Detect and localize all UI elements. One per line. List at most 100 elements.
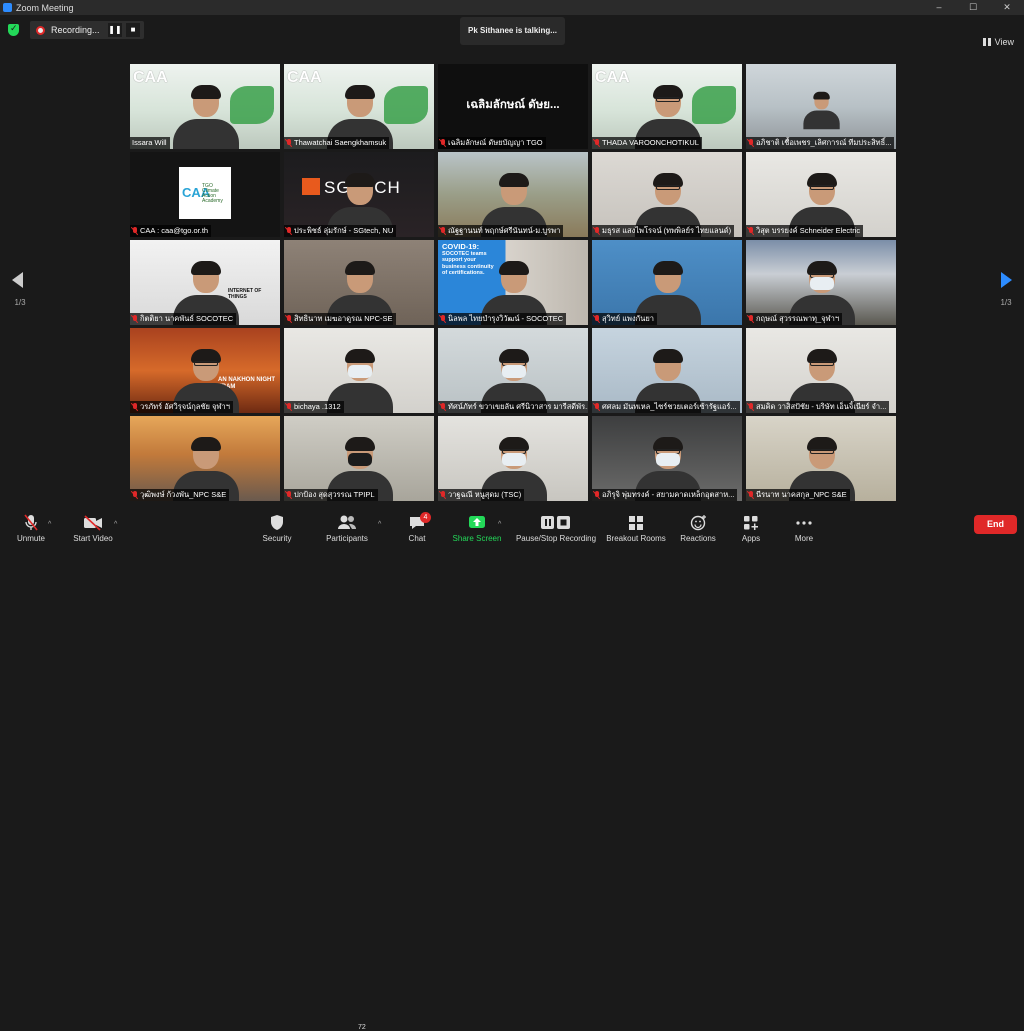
reactions-label: Reactions [680,534,716,543]
participant-nameplate: กฤษณ์ สุวรรณพาทุ_จุฬาฯ [746,313,843,325]
more-dots-icon [790,514,818,531]
muted-mic-icon [440,227,446,235]
security-button[interactable]: Security [258,514,296,543]
participants-count: 72 [358,1024,366,1031]
participant-video-tile[interactable]: INTERNET OF THINGS กิตติยา นาคพันธ์ SOCOT… [130,240,280,325]
stop-recording-button[interactable]: ■ [126,23,140,37]
recording-label: Recording... [51,25,100,35]
caa-logo: CAA [287,69,322,86]
participant-video-tile[interactable]: สุวิทย์ แพงกันยา [592,240,742,325]
participant-video-tile[interactable]: สมคิด วาสิสปัชัย - บริษัท เอ็นจิ้เนียร์ … [746,328,896,413]
previous-page-arrow-icon[interactable] [12,272,23,288]
participant-video-tile[interactable]: วาฐฉณี หนูสุดม (TSC) [438,416,588,501]
breakout-rooms-icon [605,514,667,531]
participant-video-tile[interactable]: SGTECHประพิชธ์ ลุ่มรักษ์ - SGtech, NU [284,152,434,237]
participant-video-tile[interactable]: bichaya .1312 [284,328,434,413]
view-button[interactable]: View [982,37,1014,47]
security-label: Security [262,534,292,543]
participant-video-tile[interactable]: มธุรส แสงไพโรจน์ (ทพพิลย์ร ไทยแลนด์) [592,152,742,237]
participant-name: ทัศน์ภัทร์ ขวาเขยลัน ศรีนิวาสาร มารีสดีพ… [448,402,588,411]
unmute-button[interactable]: Unmute [12,514,50,543]
next-page-arrow-icon[interactable] [1001,272,1012,288]
muted-mic-icon [286,315,292,323]
muted-mic-icon [594,315,600,323]
participant-name: วรภัทร์ อัศวิรุจน์กุลชัย จุฬาฯ [140,402,230,411]
participants-button[interactable]: Participants [323,514,371,543]
participant-video-tile[interactable]: อภิชาติ เชื้อเพชร_เลิศการณ์ ทีมประสิทธิ์… [746,64,896,149]
participant-name: Thawatchai Saengkhamsuk [294,138,387,147]
pause-stop-recording-button[interactable]: Pause/Stop Recording [513,514,599,543]
participant-video-tile[interactable]: CAA Issara Will [130,64,280,149]
encryption-shield-icon[interactable] [8,23,19,36]
participant-name: อภิรุจิ พุ่มทรงค์ - สยามคาดเหล็กอุตสาห..… [602,490,735,499]
participant-video-tile[interactable]: สิทธินาท เมฆอาดูรณ NPC-SE [284,240,434,325]
muted-mic-icon [594,139,600,147]
participant-video-tile[interactable]: ทัศน์ภัทร์ ขวาเขยลัน ศรีนิวาสาร มารีสดีพ… [438,328,588,413]
participant-display-name: เฉลิมลักษณ์ ดัษย... [466,99,560,111]
participant-video-tile[interactable]: อภิรุจิ พุ่มทรงค์ - สยามคาดเหล็กอุตสาห..… [592,416,742,501]
participant-video-tile[interactable]: นีรนาท นาคสกุล_NPC S&E [746,416,896,501]
muted-mic-icon [286,403,292,411]
participant-name: สุวิทย์ แพงกันยา [602,314,654,323]
participant-video-tile[interactable]: ณัฐฐานนท์ พฤกษ์ศรีนันทน์-ม.บูรพา [438,152,588,237]
audio-options-chevron-icon[interactable]: ^ [48,521,51,528]
participant-nameplate: CAA : caa@tgo.or.th [130,225,212,237]
start-video-button[interactable]: Start Video [70,514,116,543]
reactions-button[interactable]: Reactions [678,514,718,543]
participant-name: นีรนาท นาคสกุล_NPC S&E [756,490,847,499]
video-options-chevron-icon[interactable]: ^ [114,521,117,528]
participants-options-chevron-icon[interactable]: ^ [378,521,381,528]
muted-mic-icon [286,227,292,235]
participant-nameplate: Issara Will [130,137,170,149]
breakout-rooms-button[interactable]: Breakout Rooms [605,514,667,543]
muted-mic-icon [440,315,446,323]
share-screen-button[interactable]: Share Screen [448,514,506,543]
muted-mic-icon [132,315,138,323]
minimize-button[interactable]: – [922,0,956,15]
page-indicator-right: 1/3 [1000,298,1012,307]
muted-mic-icon [440,491,446,499]
caa-logo: CAA [595,69,630,86]
participant-video-tile[interactable]: วิสุต บรรยงค์ Schneider Electric [746,152,896,237]
view-label: View [994,37,1014,47]
participant-nameplate: ศศลม มันทเหล_ไซร์ชวยเตอร์เซ้ารัฐแอร์... [592,401,740,413]
share-options-chevron-icon[interactable]: ^ [498,521,501,528]
muted-mic-icon [748,227,754,235]
participant-video-tile[interactable]: เฉลิมลักษณ์ ดัษย... เฉลิมลักษณ์ ดัษยบัญญา… [438,64,588,149]
muted-microphone-icon [12,514,50,531]
apps-button[interactable]: Apps [738,514,764,543]
shield-icon [258,514,296,531]
participant-name: วุฒิพงษ์ ก้วงพัน_NPC S&E [140,490,227,499]
sgtech-logo-mark [302,178,320,195]
participant-video-tile[interactable]: CAA Thawatchai Saengkhamsuk [284,64,434,149]
participant-nameplate: ปกป้อง สุดสุวรรณ TPIPL [284,489,378,501]
chat-unread-badge: 4 [420,512,431,523]
participant-video-tile[interactable]: ศศลม มันทเหล_ไซร์ชวยเตอร์เซ้ารัฐแอร์... [592,328,742,413]
participant-video-tile[interactable]: CAA TGO Climate Action Academy CAA : caa@t… [130,152,280,237]
more-button[interactable]: More [790,514,818,543]
pause-recording-button[interactable]: ❚❚ [108,23,122,37]
page-indicator-left: 1/3 [14,298,26,307]
window-controls: – ☐ ✕ [922,0,1024,15]
video-off-icon [70,514,116,531]
participant-video-tile[interactable]: วุฒิพงษ์ ก้วงพัน_NPC S&E [130,416,280,501]
participants-label: Participants [326,534,368,543]
participant-video-tile[interactable]: กฤษณ์ สุวรรณพาทุ_จุฬาฯ [746,240,896,325]
participant-video-tile[interactable]: COVID-19: SOCOTEC teams support your busi… [438,240,588,325]
end-meeting-button[interactable]: End [974,515,1017,534]
participant-nameplate: Thawatchai Saengkhamsuk [284,137,390,149]
participant-nameplate: มธุรส แสงไพโรจน์ (ทพพิลย์ร ไทยแลนด์) [592,225,735,237]
participant-nameplate: ทัศน์ภัทร์ ขวาเขยลัน ศรีนิวาสาร มารีสดีพ… [438,401,588,413]
participant-name: bichaya .1312 [294,402,341,411]
close-window-button[interactable]: ✕ [990,0,1024,15]
participant-video-tile[interactable]: CAA THADA VAROONCHOTIKUL [592,64,742,149]
participant-name: ประพิชธ์ ลุ่มรักษ์ - SGtech, NU [294,226,394,235]
participant-video-tile[interactable]: AN NAKHON NIGHT TRAMวรภัทร์ อัศวิรุจน์กุ… [130,328,280,413]
participant-video-tile[interactable]: ปกป้อง สุดสุวรรณ TPIPL [284,416,434,501]
participant-name: ศศลม มันทเหล_ไซร์ชวยเตอร์เซ้ารัฐแอร์... [602,402,737,411]
participant-name: วิสุต บรรยงค์ Schneider Electric [756,226,861,235]
maximize-button[interactable]: ☐ [956,0,990,15]
muted-mic-icon [440,403,446,411]
muted-mic-icon [594,227,600,235]
apps-label: Apps [741,534,761,543]
